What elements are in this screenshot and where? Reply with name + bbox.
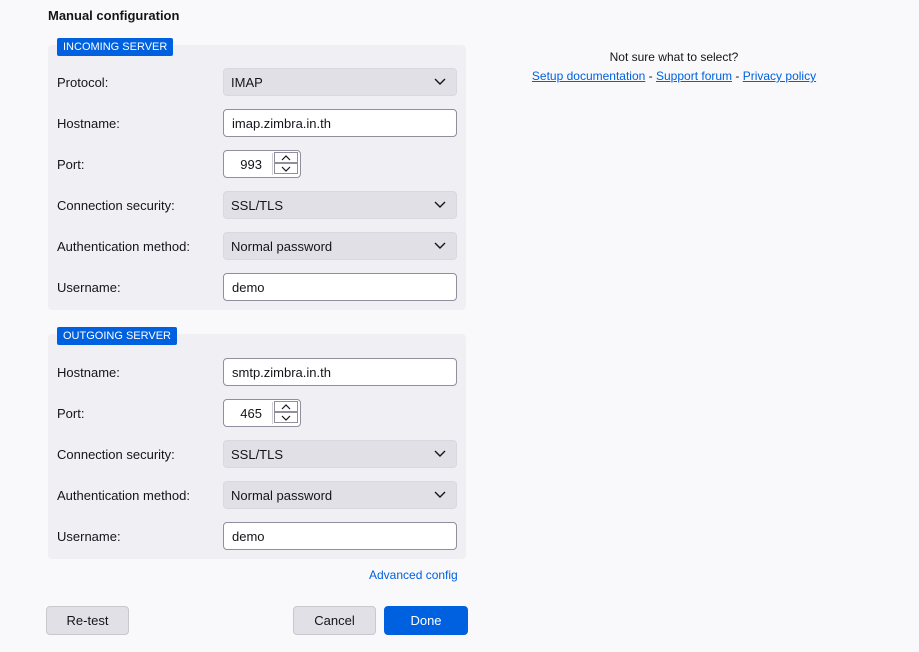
retest-button[interactable]: Re-test [46,606,129,635]
incoming-hostname-value: imap.zimbra.in.th [232,116,331,131]
outgoing-username-row: Username: demo [57,522,457,550]
outgoing-security-label: Connection security: [57,447,175,462]
outgoing-username-label: Username: [57,529,121,544]
chevron-down-icon [281,166,291,172]
chevron-up-icon [281,403,291,409]
outgoing-hostname-label: Hostname: [57,365,120,380]
outgoing-username-input[interactable]: demo [223,522,457,550]
outgoing-auth-label: Authentication method: [57,488,190,503]
outgoing-security-value: SSL/TLS [231,447,284,462]
incoming-protocol-value: IMAP [231,75,263,90]
outgoing-auth-row: Authentication method: Normal password [57,481,457,509]
privacy-policy-link[interactable]: Privacy policy [743,69,816,83]
incoming-security-value: SSL/TLS [231,198,284,213]
incoming-username-value: demo [232,280,265,295]
incoming-port-spinner [272,152,298,175]
incoming-auth-value: Normal password [231,239,333,254]
incoming-username-row: Username: demo [57,273,457,301]
incoming-hostname-label: Hostname: [57,116,120,131]
outgoing-port-spinner [272,401,298,424]
setup-documentation-link[interactable]: Setup documentation [532,69,645,83]
chevron-down-icon [434,78,446,85]
chevron-down-icon [434,491,446,498]
outgoing-security-select[interactable]: SSL/TLS [223,440,457,468]
incoming-port-label: Port: [57,157,85,172]
help-question: Not sure what to select? [609,50,739,64]
incoming-port-value: 993 [240,157,262,172]
incoming-security-label: Connection security: [57,198,175,213]
help-separator: - [645,69,656,83]
incoming-hostname-input[interactable]: imap.zimbra.in.th [223,109,457,137]
chevron-down-icon [281,415,291,421]
incoming-hostname-row: Hostname: imap.zimbra.in.th [57,109,457,137]
outgoing-server-badge: OUTGOING SERVER [57,327,177,345]
incoming-auth-row: Authentication method: Normal password [57,232,457,260]
incoming-username-input[interactable]: demo [223,273,457,301]
outgoing-port-value: 465 [240,406,262,421]
outgoing-hostname-row: Hostname: smtp.zimbra.in.th [57,358,457,386]
help-separator: - [732,69,743,83]
chevron-down-icon [434,201,446,208]
outgoing-port-decrement-button[interactable] [274,412,298,423]
outgoing-hostname-value: smtp.zimbra.in.th [232,365,331,380]
incoming-auth-select[interactable]: Normal password [223,232,457,260]
incoming-port-row: Port: 993 [57,150,457,178]
support-forum-link[interactable]: Support forum [656,69,732,83]
outgoing-port-increment-button[interactable] [274,401,298,412]
incoming-security-row: Connection security: SSL/TLS [57,191,457,219]
incoming-username-label: Username: [57,280,121,295]
outgoing-port-row: Port: 465 [57,399,457,427]
outgoing-port-input[interactable]: 465 [223,399,301,427]
outgoing-auth-value: Normal password [231,488,333,503]
outgoing-security-row: Connection security: SSL/TLS [57,440,457,468]
outgoing-port-label: Port: [57,406,85,421]
chevron-down-icon [434,242,446,249]
incoming-port-increment-button[interactable] [274,152,298,163]
incoming-protocol-select[interactable]: IMAP [223,68,457,96]
outgoing-username-value: demo [232,529,265,544]
page-title: Manual configuration [48,8,180,23]
chevron-down-icon [434,450,446,457]
done-button[interactable]: Done [384,606,468,635]
incoming-server-badge: INCOMING SERVER [57,38,174,56]
cancel-button[interactable]: Cancel [293,606,376,635]
incoming-port-input[interactable]: 993 [223,150,301,178]
chevron-up-icon [281,154,291,160]
outgoing-hostname-input[interactable]: smtp.zimbra.in.th [223,358,457,386]
incoming-security-select[interactable]: SSL/TLS [223,191,457,219]
incoming-port-decrement-button[interactable] [274,163,298,174]
help-section: Not sure what to select? Setup documenta… [530,50,818,83]
incoming-auth-label: Authentication method: [57,239,190,254]
incoming-protocol-row: Protocol: IMAP [57,68,457,96]
incoming-protocol-label: Protocol: [57,75,109,90]
advanced-config-link[interactable]: Advanced config [369,568,458,582]
outgoing-auth-select[interactable]: Normal password [223,481,457,509]
